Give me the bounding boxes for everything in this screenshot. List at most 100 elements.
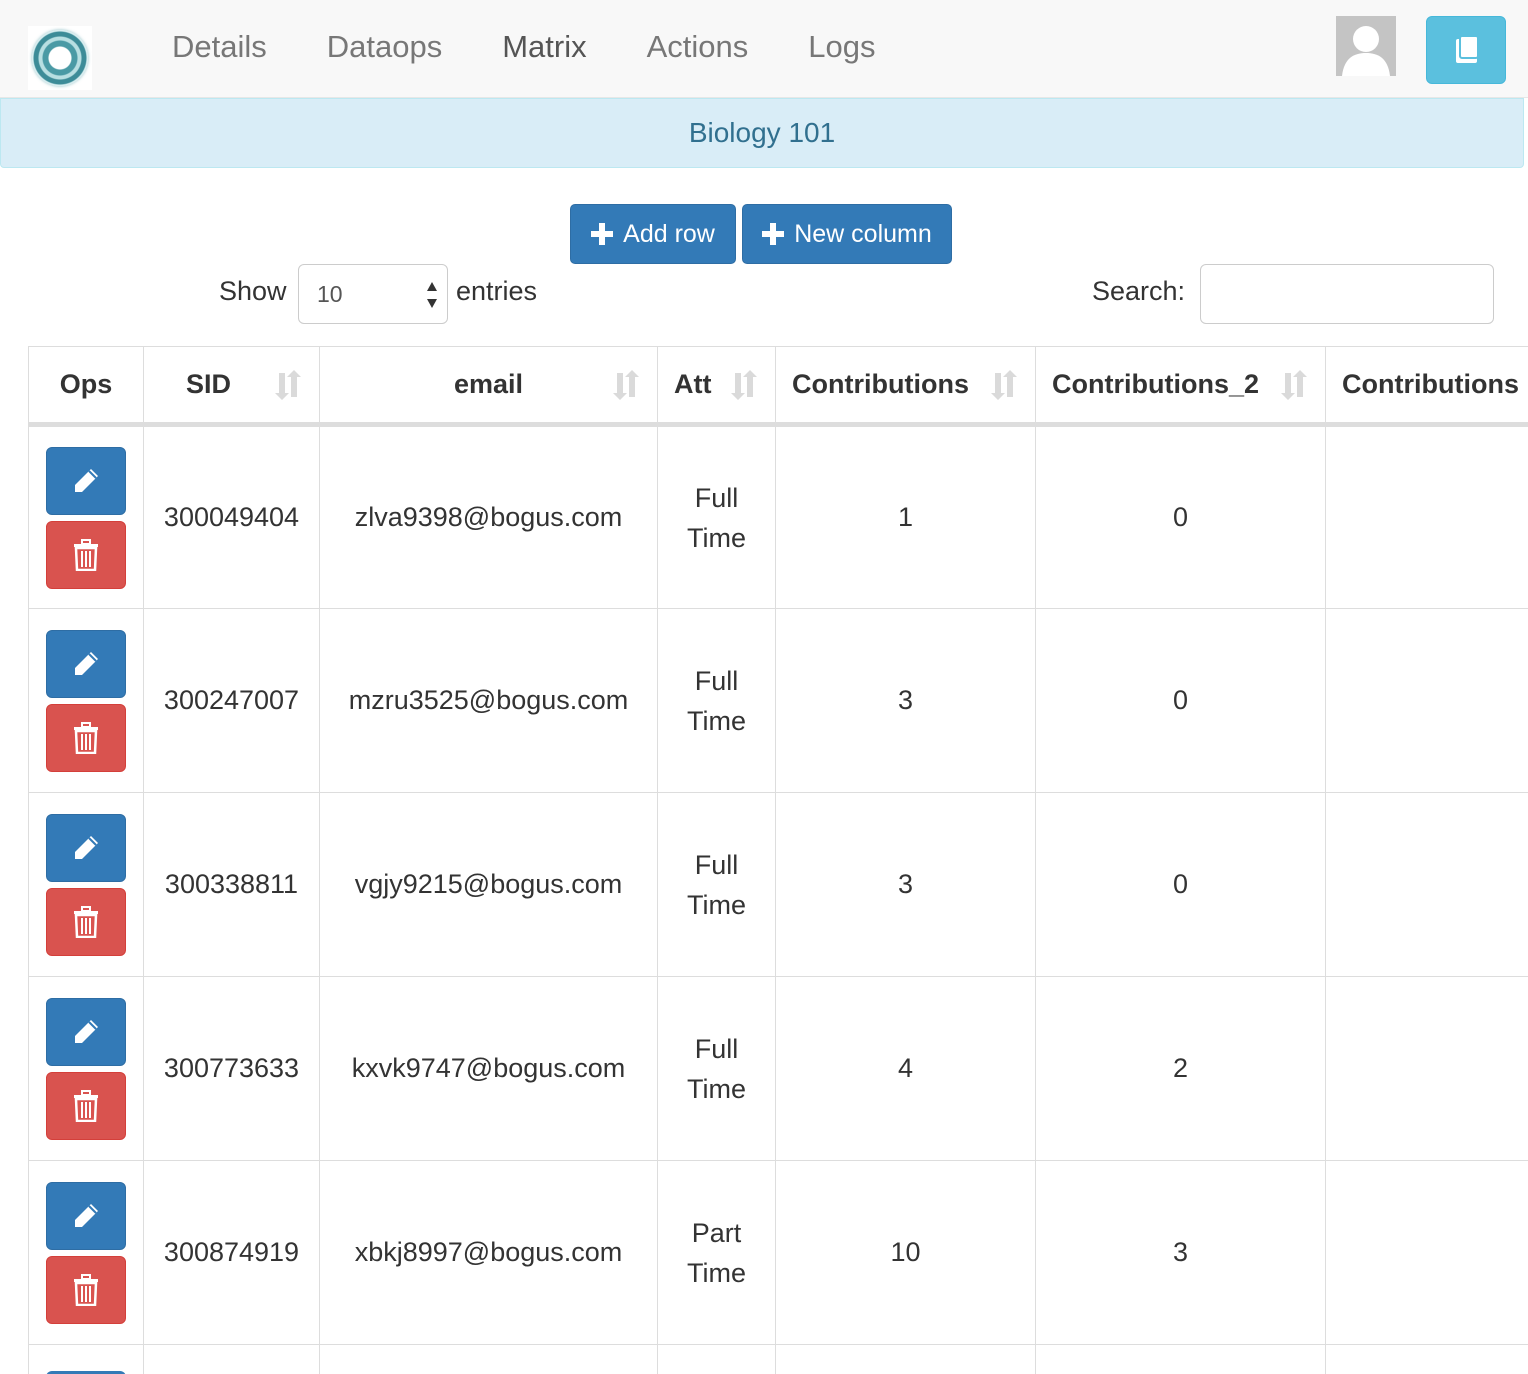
ops-cell: [28, 792, 144, 977]
book-icon: [1456, 35, 1479, 63]
column-header-att[interactable]: Att: [657, 346, 776, 427]
table-row: 300049404 zlva9398@bogus.com Full Time 1 …: [28, 424, 1528, 609]
ops-cell: [28, 608, 144, 793]
contributions-3-cell: 1: [1325, 792, 1528, 977]
sid-cell: 300874919: [143, 1160, 320, 1345]
edit-row-button[interactable]: [46, 446, 126, 515]
att-cell: Part Time: [657, 1160, 776, 1345]
select-spinner-icon: [427, 282, 437, 308]
delete-row-button[interactable]: [46, 887, 126, 956]
course-title-banner: Biology 101: [0, 98, 1524, 168]
delete-row-button[interactable]: [46, 1255, 126, 1324]
nav-link-logs[interactable]: Logs: [778, 0, 905, 98]
top-navbar: Details Dataops Matrix Actions Logs: [0, 0, 1528, 98]
ops-cell: [28, 976, 144, 1161]
table-row: 300773633 kxvk9747@bogus.com Full Time 4 …: [28, 976, 1528, 1161]
ops-cell: [28, 424, 144, 609]
entries-select-value: 10: [317, 281, 343, 307]
entries-label: entries: [456, 276, 538, 306]
add-row-button[interactable]: Add row: [570, 204, 736, 264]
contributions-3-cell: 1: [1325, 608, 1528, 793]
edit-row-button[interactable]: [46, 1181, 126, 1250]
pencil-icon: [75, 468, 98, 492]
trash-icon: [74, 538, 98, 571]
new-column-label: New column: [794, 219, 932, 248]
page: Details Dataops Matrix Actions Logs Biol…: [0, 0, 1528, 1374]
add-row-label: Add row: [623, 219, 715, 248]
delete-row-button[interactable]: [46, 520, 126, 589]
att-cell: Full Time: [657, 424, 776, 609]
sid-cell: 300338811: [143, 792, 320, 977]
email-cell: zlva9398@bogus.com: [319, 424, 658, 609]
contributions-2-cell: 0: [1035, 792, 1326, 977]
sid-cell: 300049404: [143, 424, 320, 609]
trash-icon: [74, 1089, 98, 1122]
table-header-row: Ops SID email Att Contributions Contribu…: [28, 346, 1528, 427]
ops-cell: [28, 1160, 144, 1345]
nav-link-matrix[interactable]: Matrix: [472, 0, 616, 98]
sort-icon: [1281, 370, 1307, 400]
att-cell: Full Time: [657, 976, 776, 1161]
column-header-email[interactable]: email: [319, 346, 658, 427]
contributions-3-cell: 0: [1325, 424, 1528, 609]
column-header-contributions-2[interactable]: Contributions_2: [1035, 346, 1326, 427]
contributions-3-cell: [1325, 1344, 1528, 1374]
delete-row-button[interactable]: [46, 703, 126, 772]
delete-row-button[interactable]: [46, 1071, 126, 1140]
search-input[interactable]: [1200, 264, 1494, 324]
contributions-3-cell: 1: [1325, 976, 1528, 1161]
contributions-cell: 3: [775, 792, 1036, 977]
entries-select[interactable]: 10: [298, 264, 448, 324]
email-cell: vgjy9215@bogus.com: [319, 792, 658, 977]
trash-icon: [74, 1273, 98, 1306]
email-cell: mzru3525@bogus.com: [319, 608, 658, 793]
sort-icon: [731, 370, 757, 400]
edit-row-button[interactable]: [46, 1370, 126, 1374]
show-label: Show: [219, 276, 287, 306]
book-button[interactable]: [1426, 16, 1506, 84]
email-cell: [319, 1344, 658, 1374]
plus-icon: [591, 223, 614, 245]
app-logo-icon[interactable]: [28, 26, 92, 90]
trash-icon: [74, 721, 98, 754]
sid-cell: 300247007: [143, 608, 320, 793]
matrix-table-container: Ops SID email Att Contributions Contribu…: [28, 346, 1528, 1374]
contributions-2-cell: 0: [1035, 608, 1326, 793]
matrix-table: Ops SID email Att Contributions Contribu…: [28, 346, 1528, 1374]
column-header-contributions[interactable]: Contributions: [775, 346, 1036, 427]
plus-icon: [762, 223, 785, 245]
contributions-2-cell: 3: [1035, 1160, 1326, 1345]
contributions-2-cell: [1035, 1344, 1326, 1374]
nav-link-dataops[interactable]: Dataops: [297, 0, 472, 98]
table-row: [28, 1344, 1528, 1374]
contributions-2-cell: 0: [1035, 424, 1326, 609]
contributions-cell: 4: [775, 976, 1036, 1161]
contributions-3-cell: 3: [1325, 1160, 1528, 1345]
contributions-2-cell: 2: [1035, 976, 1326, 1161]
table-row: 300338811 vgjy9215@bogus.com Full Time 3 …: [28, 792, 1528, 977]
att-cell: Full Time: [657, 792, 776, 977]
pencil-icon: [75, 1019, 98, 1043]
table-row: 300247007 mzru3525@bogus.com Full Time 3 …: [28, 608, 1528, 793]
pencil-icon: [75, 651, 98, 675]
column-header-ops: Ops: [28, 346, 144, 427]
pencil-icon: [75, 835, 98, 859]
att-cell: Full Time: [657, 608, 776, 793]
contributions-cell: 3: [775, 608, 1036, 793]
edit-row-button[interactable]: [46, 629, 126, 698]
edit-row-button[interactable]: [46, 997, 126, 1066]
column-header-sid[interactable]: SID: [143, 346, 320, 427]
new-column-button[interactable]: New column: [742, 204, 952, 264]
sort-icon: [991, 370, 1017, 400]
column-header-contributions-3[interactable]: Contributions: [1325, 346, 1528, 427]
sort-icon: [613, 370, 639, 400]
table-row: 300874919 xbkj8997@bogus.com Part Time 10…: [28, 1160, 1528, 1345]
email-cell: xbkj8997@bogus.com: [319, 1160, 658, 1345]
nav-link-details[interactable]: Details: [142, 0, 297, 98]
sid-cell: 300773633: [143, 976, 320, 1161]
nav-link-actions[interactable]: Actions: [617, 0, 779, 98]
contributions-cell: 10: [775, 1160, 1036, 1345]
edit-row-button[interactable]: [46, 813, 126, 882]
user-avatar-icon[interactable]: [1336, 16, 1396, 76]
att-cell: [657, 1344, 776, 1374]
